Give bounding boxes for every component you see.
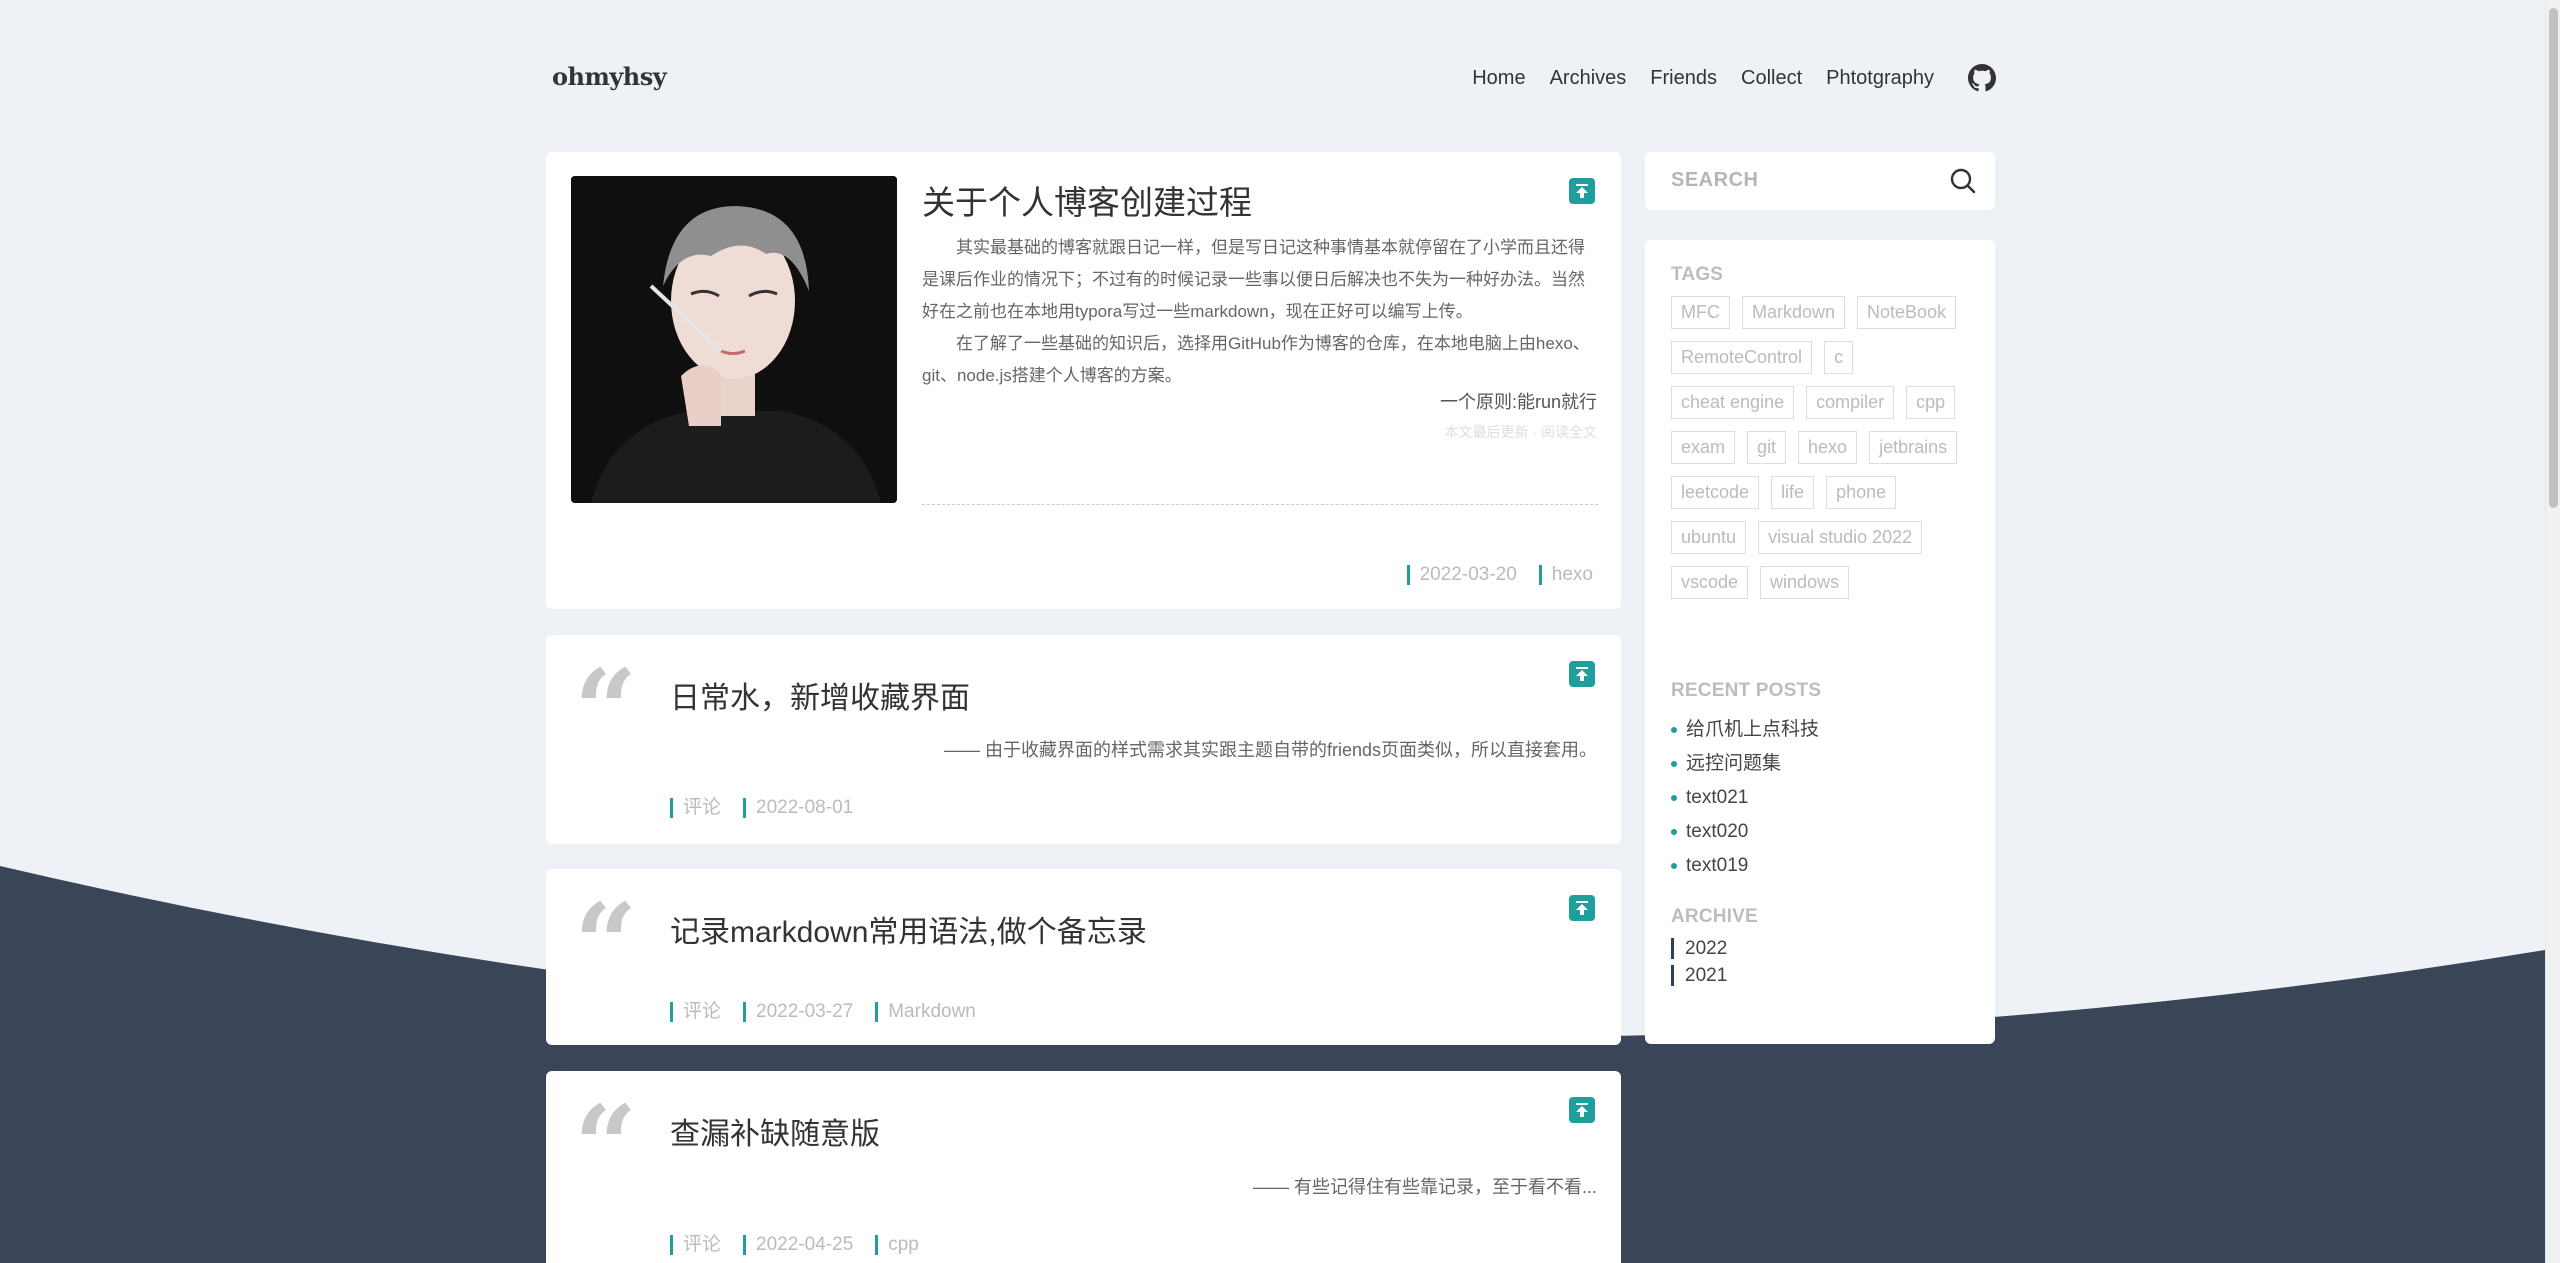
post-title[interactable]: 关于个人博客创建过程 bbox=[922, 176, 1252, 224]
archive-list: 2022 2021 bbox=[1671, 938, 1727, 992]
tag-link[interactable]: life bbox=[1771, 476, 1815, 509]
quote-icon: “ bbox=[574, 1081, 638, 1210]
post-card[interactable]: 关于个人博客创建过程 其实最基础的博客就跟日记一样，但是写日记这种事情基本就停留… bbox=[546, 152, 1621, 609]
post-faint-note: 本文最后更新 · 阅读全文 bbox=[1444, 424, 1597, 440]
tag-link[interactable]: hexo bbox=[1798, 431, 1858, 464]
post-tag[interactable]: cpp bbox=[875, 1235, 919, 1255]
recent-post-link[interactable]: text019 bbox=[1671, 849, 1819, 883]
recent-posts-list: 给爪机上点科技 远控问题集 text021 text020 text019 bbox=[1671, 713, 1819, 883]
post-title[interactable]: 记录markdown常用语法,做个备忘录 bbox=[670, 907, 1147, 951]
excerpt-paragraph: 其实最基础的博客就跟日记一样，但是写日记这种事情基本就停留在了小学而且还得是课后… bbox=[922, 238, 1585, 321]
tag-link[interactable]: RemoteControl bbox=[1671, 341, 1813, 374]
search-box[interactable]: SEARCH bbox=[1645, 152, 1995, 210]
post-tag[interactable]: hexo bbox=[1538, 565, 1593, 585]
post-card[interactable]: “ 记录markdown常用语法,做个备忘录 评论 2022-03-27 Mar… bbox=[546, 869, 1621, 1045]
recent-post-link[interactable]: 远控问题集 bbox=[1671, 747, 1819, 781]
post-meta: 2022-03-20 hexo bbox=[1406, 565, 1593, 585]
pin-top-icon bbox=[1569, 1097, 1595, 1123]
recent-post-link[interactable]: text021 bbox=[1671, 781, 1819, 815]
recent-post-link[interactable]: 给爪机上点科技 bbox=[1671, 713, 1819, 747]
pin-top-icon bbox=[1569, 178, 1595, 204]
archive-year-link[interactable]: 2021 bbox=[1671, 965, 1727, 986]
site-header: ohmyhsy Home Archives Friends Collect Ph… bbox=[552, 56, 1996, 96]
post-date: 2022-08-01 bbox=[743, 798, 853, 818]
post-tag[interactable]: Markdown bbox=[875, 1002, 976, 1022]
post-subtitle: —— 由于收藏界面的样式需求其实跟主题自带的friends页面类似，所以直接套用… bbox=[943, 740, 1597, 760]
post-comment[interactable]: 评论 bbox=[670, 798, 721, 818]
post-quote: 一个原则:能run就行 bbox=[1439, 392, 1597, 412]
quote-icon: “ bbox=[574, 645, 638, 774]
nav-photography[interactable]: Phtotgraphy bbox=[1826, 67, 1934, 90]
archive-year-link[interactable]: 2022 bbox=[1671, 938, 1727, 959]
post-subtitle: —— 有些记得住有些靠记录，至于看不看... bbox=[1252, 1177, 1597, 1197]
recent-post-link[interactable]: text020 bbox=[1671, 815, 1819, 849]
post-card[interactable]: “ 日常水，新增收藏界面 —— 由于收藏界面的样式需求其实跟主题自带的frien… bbox=[546, 635, 1621, 844]
pin-top-icon bbox=[1569, 661, 1595, 687]
post-meta: 评论 2022-04-25 cpp bbox=[670, 1235, 941, 1255]
tag-link[interactable]: exam bbox=[1671, 431, 1736, 464]
main-nav: Home Archives Friends Collect Phtotgraph… bbox=[1448, 64, 1996, 92]
post-date: 2022-04-25 bbox=[743, 1235, 853, 1255]
tag-link[interactable]: Markdown bbox=[1742, 296, 1846, 329]
recent-posts-title: RECENT POSTS bbox=[1671, 680, 1822, 701]
search-icon[interactable] bbox=[1949, 167, 1977, 195]
post-date: 2022-03-27 bbox=[743, 1002, 853, 1022]
github-icon[interactable] bbox=[1968, 64, 1996, 92]
tag-link[interactable]: c bbox=[1824, 341, 1854, 374]
tag-link[interactable]: cpp bbox=[1906, 386, 1956, 419]
tag-link[interactable]: git bbox=[1747, 431, 1787, 464]
archive-title: ARCHIVE bbox=[1671, 906, 1758, 927]
nav-friends[interactable]: Friends bbox=[1650, 67, 1717, 90]
nav-archives[interactable]: Archives bbox=[1550, 67, 1627, 90]
tag-link[interactable]: leetcode bbox=[1671, 476, 1760, 509]
tag-link[interactable]: MFC bbox=[1671, 296, 1730, 329]
post-comment[interactable]: 评论 bbox=[670, 1235, 721, 1255]
post-card[interactable]: “ 查漏补缺随意版 —— 有些记得住有些靠记录，至于看不看... 评论 2022… bbox=[546, 1071, 1621, 1263]
quote-icon: “ bbox=[574, 879, 638, 1008]
post-meta: 评论 2022-03-27 Markdown bbox=[670, 1002, 998, 1022]
post-excerpt: 其实最基础的博客就跟日记一样，但是写日记这种事情基本就停留在了小学而且还得是课后… bbox=[922, 232, 1598, 392]
nav-home[interactable]: Home bbox=[1472, 67, 1525, 90]
site-brand[interactable]: ohmyhsy bbox=[552, 62, 667, 91]
pin-top-icon bbox=[1569, 895, 1595, 921]
excerpt-paragraph: 在了解了一些基础的知识后，选择用GitHub作为博客的仓库，在本地电脑上由hex… bbox=[922, 334, 1590, 385]
tag-link[interactable]: ubuntu bbox=[1671, 521, 1747, 554]
sidebar: TAGS MFC Markdown NoteBook RemoteControl c ch… bbox=[1645, 240, 1995, 1044]
post-thumbnail[interactable] bbox=[571, 176, 897, 503]
search-input[interactable]: SEARCH bbox=[1671, 169, 1758, 192]
tag-link[interactable]: windows bbox=[1760, 566, 1850, 599]
post-comment[interactable]: 评论 bbox=[670, 1002, 721, 1022]
post-title[interactable]: 日常水，新增收藏界面 bbox=[670, 673, 970, 717]
tag-link[interactable]: phone bbox=[1826, 476, 1897, 509]
post-title[interactable]: 查漏补缺随意版 bbox=[670, 1109, 880, 1153]
scrollbar[interactable] bbox=[2545, 0, 2560, 1263]
nav-collect[interactable]: Collect bbox=[1741, 67, 1802, 90]
tag-link[interactable]: visual studio 2022 bbox=[1758, 521, 1923, 554]
post-date: 2022-03-20 bbox=[1406, 565, 1517, 585]
tag-link[interactable]: NoteBook bbox=[1857, 296, 1957, 329]
tags-title: TAGS bbox=[1671, 264, 1724, 285]
tag-link[interactable]: compiler bbox=[1806, 386, 1895, 419]
post-meta: 评论 2022-08-01 bbox=[670, 798, 875, 818]
scrollbar-thumb[interactable] bbox=[2549, 8, 2558, 508]
tag-link[interactable]: jetbrains bbox=[1869, 431, 1958, 464]
tag-link[interactable]: cheat engine bbox=[1671, 386, 1795, 419]
tag-link[interactable]: vscode bbox=[1671, 566, 1749, 599]
divider bbox=[922, 504, 1598, 505]
tag-cloud: MFC Markdown NoteBook RemoteControl c cheat e… bbox=[1671, 296, 1981, 611]
